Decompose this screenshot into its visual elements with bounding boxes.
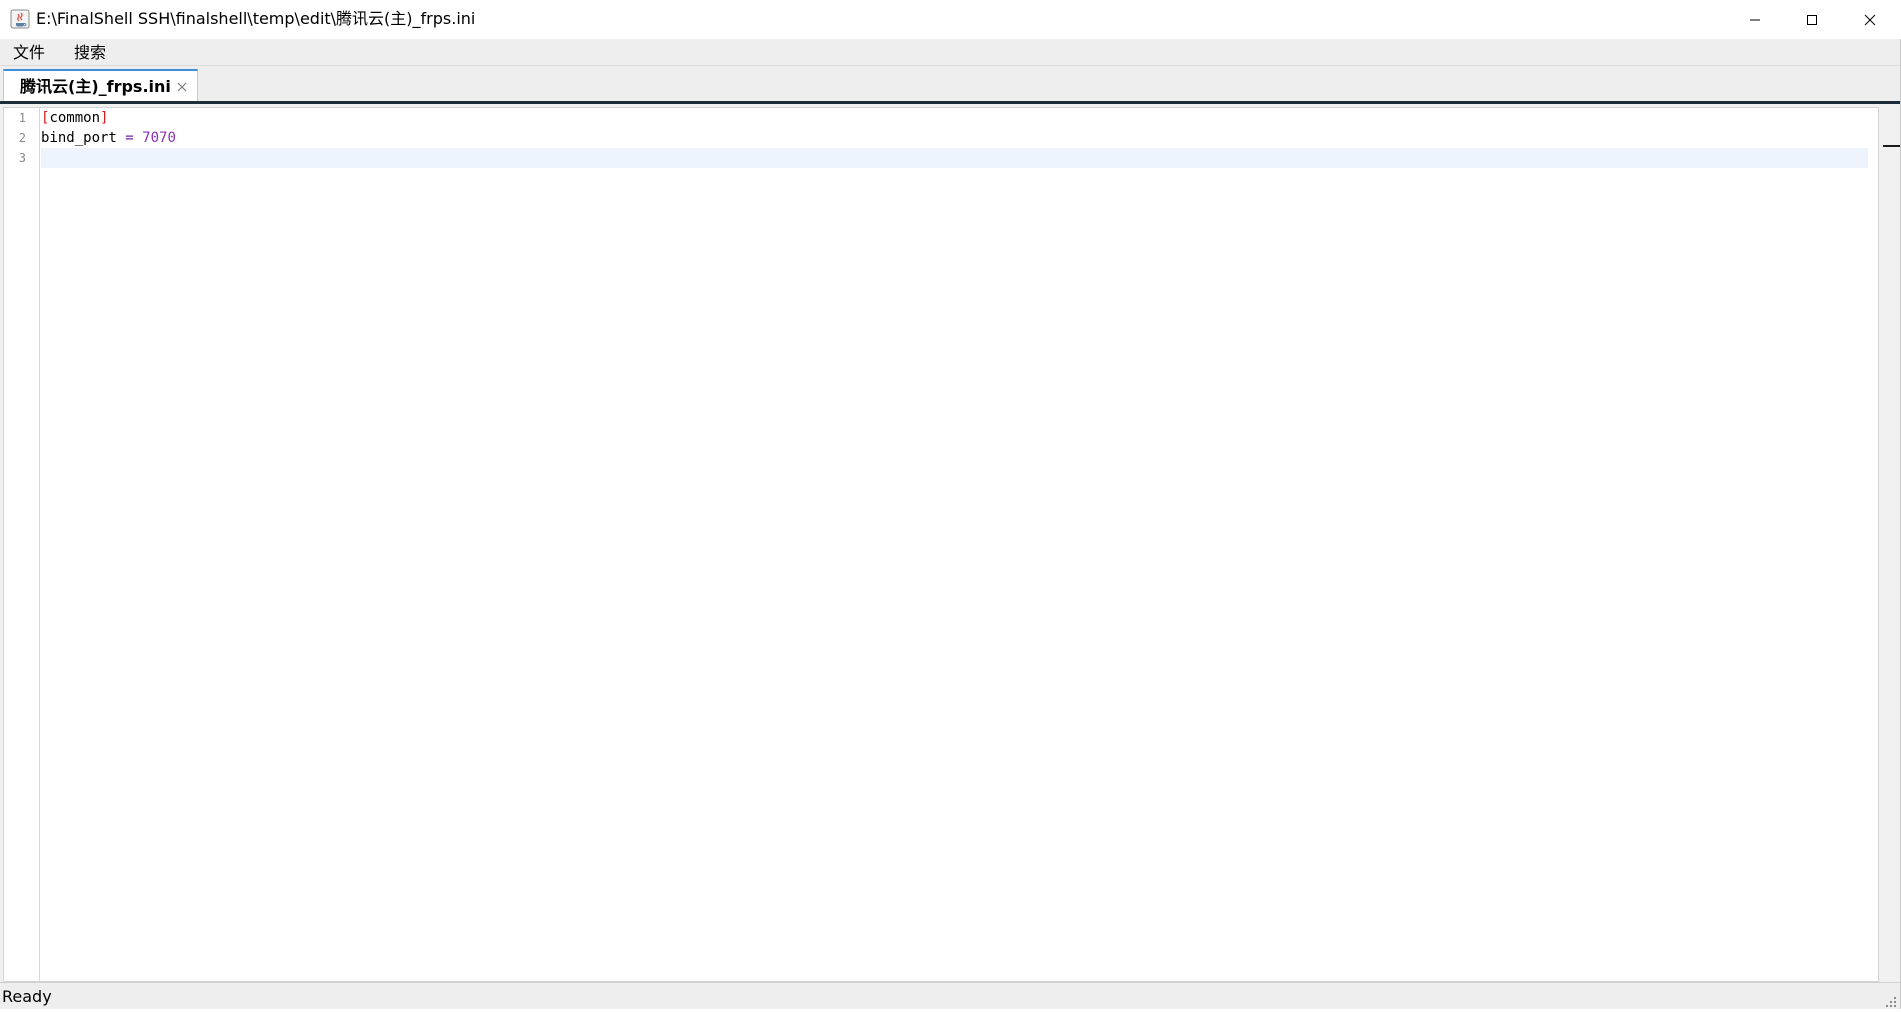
minimize-icon <box>1749 19 1760 20</box>
close-icon <box>177 82 187 92</box>
menu-search[interactable]: 搜索 <box>71 43 109 63</box>
maximize-button[interactable] <box>1783 0 1840 39</box>
status-text: Ready <box>2 987 52 1006</box>
line-number: 3 <box>18 151 26 165</box>
window-title: E:\FinalShell SSH\finalshell\temp\edit\腾… <box>36 9 476 28</box>
line-number: 2 <box>18 131 26 145</box>
title-bar[interactable]: E:\FinalShell SSH\finalshell\temp\edit\腾… <box>0 0 1901 39</box>
java-app-icon <box>10 9 30 29</box>
section-name: common <box>49 110 101 126</box>
assign-operator: = <box>116 130 143 146</box>
menu-bar: 文件 搜索 <box>0 39 1900 66</box>
code-line-2[interactable]: bind_port = 7070 <box>41 128 176 148</box>
maximize-icon <box>1806 14 1817 25</box>
menu-file[interactable]: 文件 <box>10 43 48 63</box>
config-value: 7070 <box>142 130 176 146</box>
tab-label: 腾讯云(主)_frps.ini <box>20 77 171 96</box>
caret-position-marker <box>1883 145 1900 147</box>
code-line-1[interactable]: [common] <box>41 108 108 128</box>
tab-strip: 腾讯云(主)_frps.ini <box>0 66 1900 104</box>
editor-window: E:\FinalShell SSH\finalshell\temp\edit\腾… <box>0 0 1901 1009</box>
tab-frps-ini[interactable]: 腾讯云(主)_frps.ini <box>3 69 198 101</box>
status-bar: Ready <box>0 982 1900 1009</box>
section-close-bracket: ] <box>100 110 109 126</box>
close-button[interactable] <box>1841 0 1898 39</box>
minimize-button[interactable] <box>1726 0 1783 39</box>
current-line-highlight <box>41 148 1868 168</box>
tab-close-button[interactable] <box>175 79 189 93</box>
line-number-gutter: 1 2 3 <box>4 108 40 981</box>
text-editor[interactable]: 1 2 3 [common] bind_port = 7070 <box>3 107 1879 982</box>
close-icon <box>1864 14 1875 25</box>
overview-ruler[interactable] <box>1879 104 1900 982</box>
line-number: 1 <box>18 111 26 125</box>
config-key: bind_port <box>41 130 117 146</box>
resize-grip-icon[interactable] <box>1884 994 1898 1008</box>
